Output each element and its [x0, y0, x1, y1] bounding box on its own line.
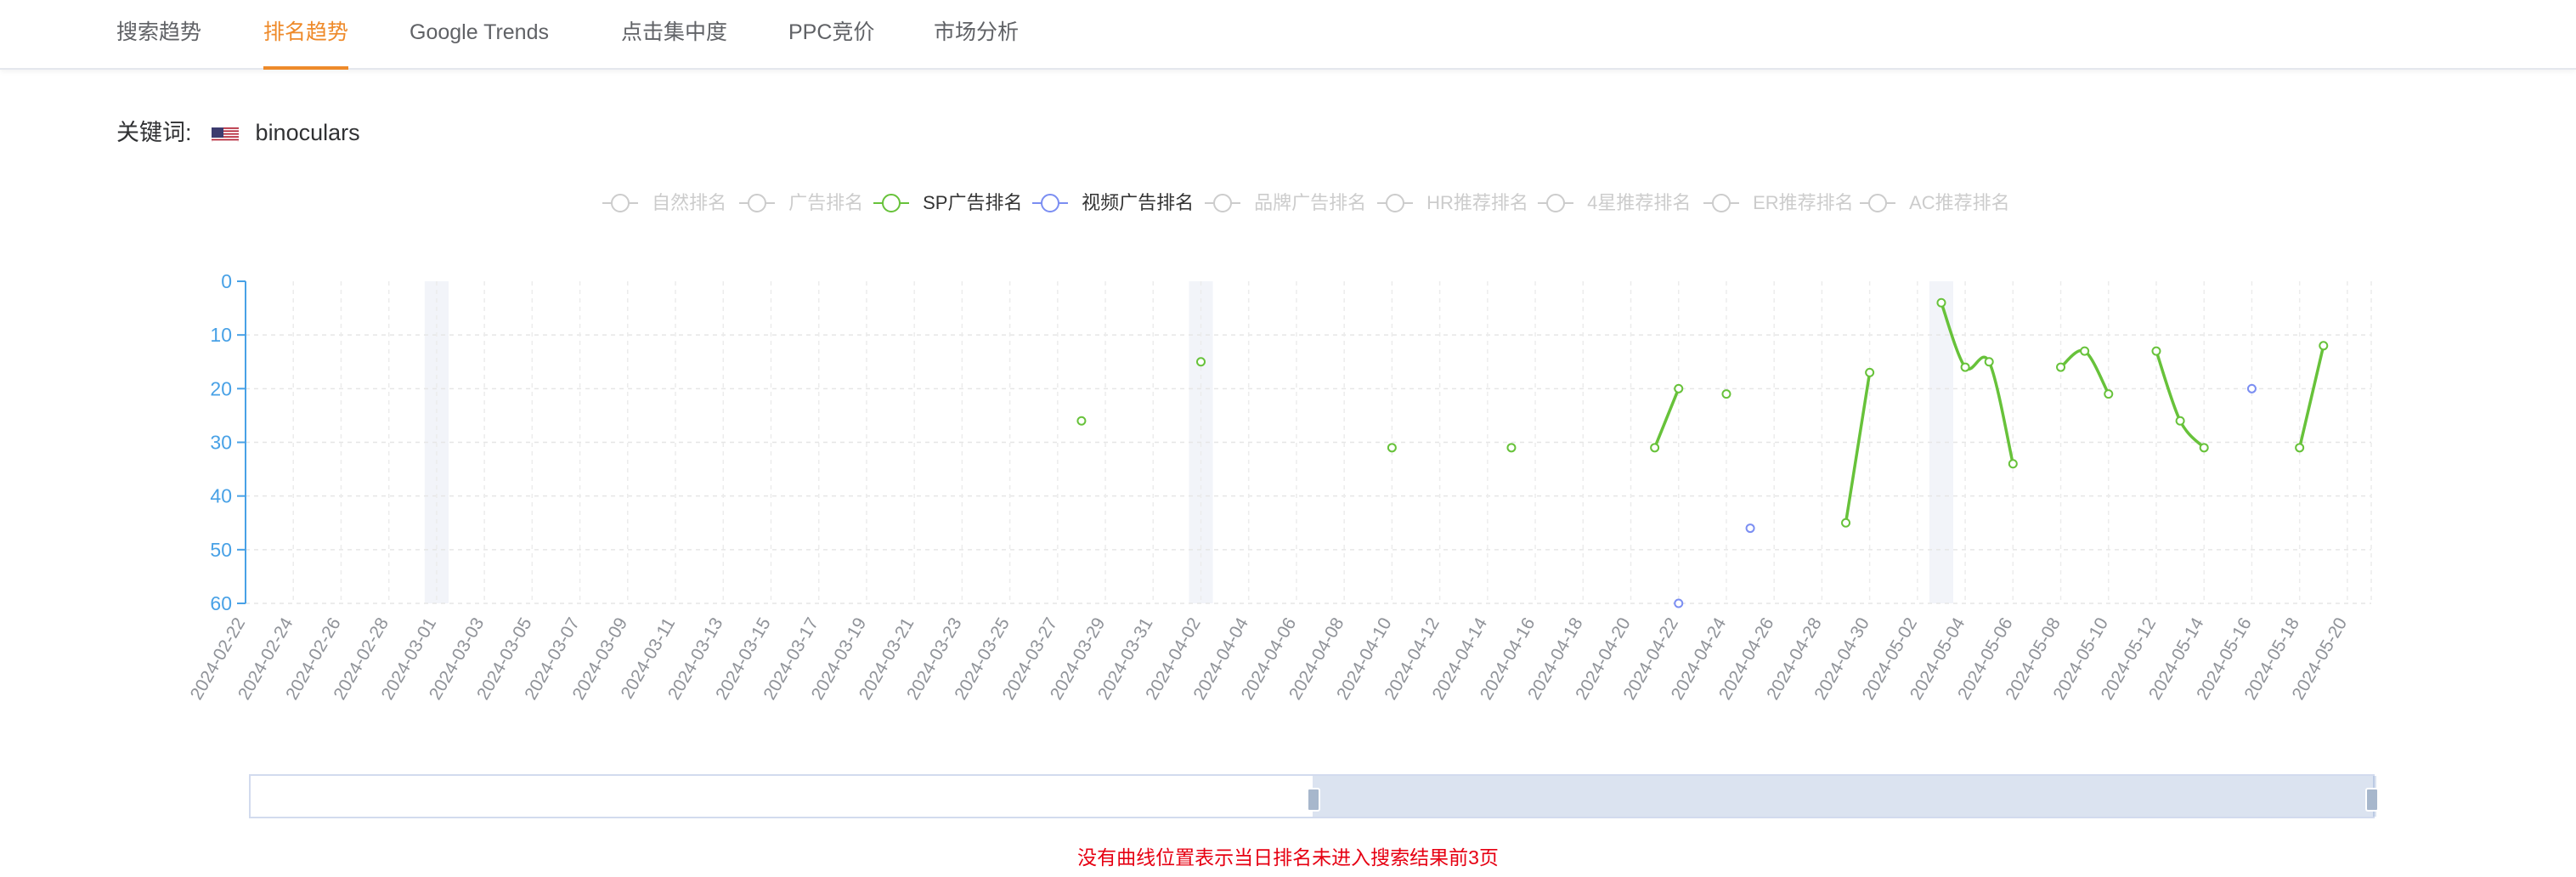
data-point-sp-ad	[1984, 357, 1994, 367]
data-zoom-selection[interactable]	[1313, 776, 2376, 817]
data-point-video-ad	[2246, 383, 2257, 393]
series-line-sp-ad	[1653, 388, 1681, 449]
data-point-sp-ad	[1865, 367, 1875, 377]
chart-note: 没有曲线位置表示当日排名未进入搜索结果前3页	[1077, 846, 1499, 869]
data-point-sp-ad	[2080, 346, 2090, 356]
data-point-sp-ad	[2319, 341, 2329, 351]
data-point-sp-ad	[2151, 346, 2161, 356]
y-tick-label: 10	[210, 324, 232, 346]
data-point-video-ad	[1674, 598, 1684, 608]
data-point-sp-ad	[2008, 459, 2018, 469]
series-line-sp-ad	[2297, 345, 2325, 449]
data-point-sp-ad	[2175, 416, 2185, 426]
data-zoom-slider[interactable]	[249, 774, 2379, 818]
y-tick-label: 60	[210, 592, 232, 614]
series-line-sp-ad	[2059, 348, 2110, 395]
series-line-sp-ad	[1844, 372, 1872, 523]
data-point-sp-ad	[2056, 362, 2066, 372]
y-tick-label: 40	[210, 485, 232, 507]
data-point-sp-ad	[1674, 383, 1684, 393]
data-point-sp-ad	[1841, 518, 1851, 528]
data-zoom-right-handle[interactable]	[2365, 788, 2379, 812]
data-point-sp-ad	[2104, 389, 2114, 399]
data-point-sp-ad	[2199, 443, 2209, 453]
y-tick-label: 0	[221, 270, 232, 292]
data-point-sp-ad	[1076, 416, 1087, 426]
data-point-sp-ad	[1506, 443, 1517, 453]
data-point-sp-ad	[2295, 443, 2305, 453]
data-point-sp-ad	[1936, 297, 1946, 308]
y-tick-label: 30	[210, 432, 232, 454]
rank-trend-chart: 01020304050602024-02-222024-02-242024-02…	[187, 270, 2372, 704]
data-point-video-ad	[1745, 523, 1755, 534]
data-point-sp-ad	[1195, 357, 1206, 367]
data-point-sp-ad	[1387, 443, 1397, 453]
data-point-sp-ad	[1650, 443, 1660, 453]
data-zoom-left-handle[interactable]	[1307, 788, 1320, 812]
data-point-sp-ad	[1721, 389, 1731, 399]
y-tick-label: 20	[210, 377, 232, 399]
series-line-sp-ad	[2155, 350, 2206, 450]
y-tick-label: 50	[210, 539, 232, 561]
data-point-sp-ad	[1960, 362, 1970, 372]
